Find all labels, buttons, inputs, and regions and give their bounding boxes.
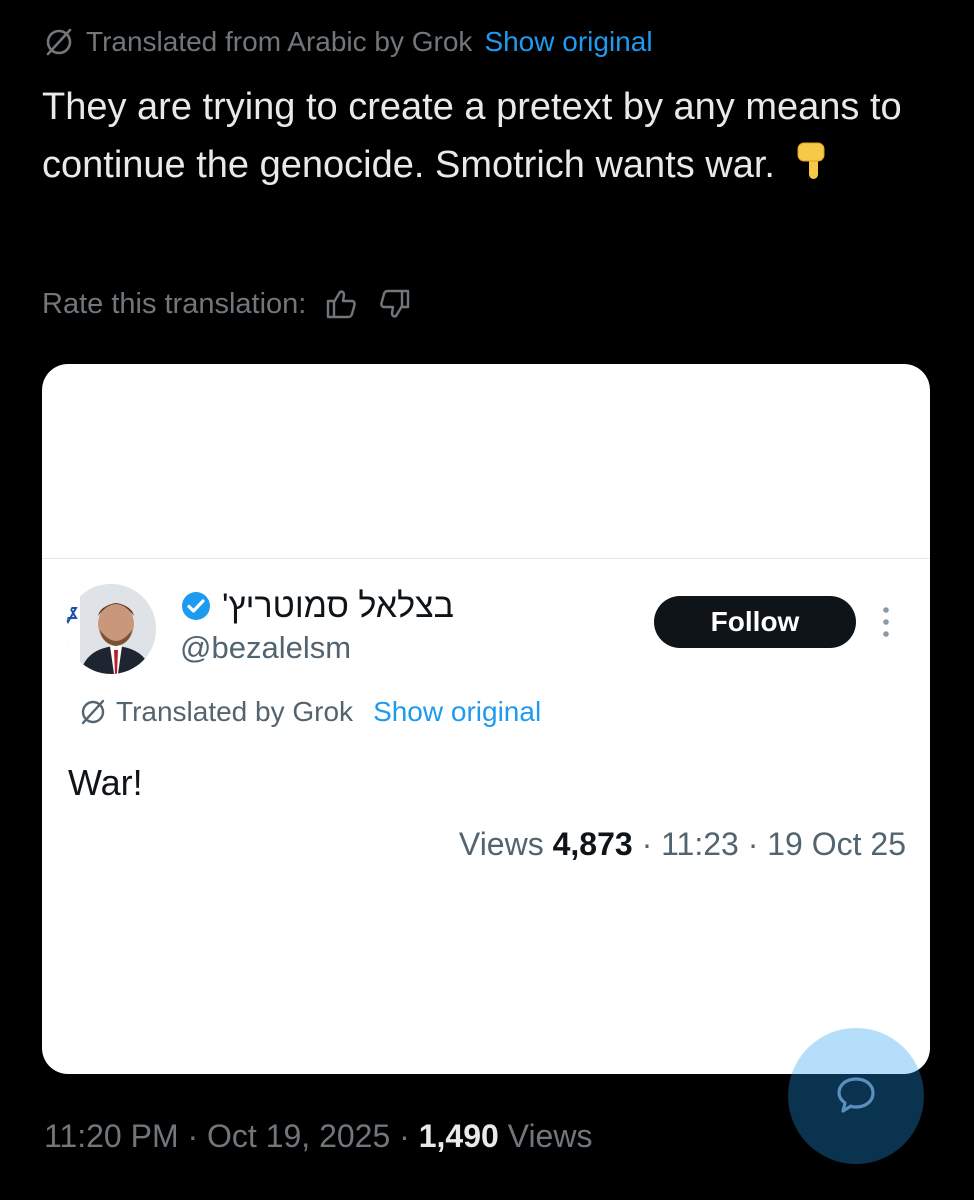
- quoted-post-text: War!: [68, 762, 143, 803]
- post-text-body: They are trying to create a pretext by a…: [42, 86, 902, 186]
- quoted-views-label: Views: [458, 826, 544, 862]
- post-time[interactable]: 11:20 PM: [44, 1118, 179, 1154]
- post-views-count: 1,490: [418, 1118, 499, 1154]
- post-meta: 11:20 PM · Oct 19, 2025 · 1,490 Views: [44, 1118, 592, 1155]
- chat-bubble-icon: [837, 1077, 875, 1113]
- translation-notice-text: Translated from Arabic by Grok: [86, 26, 473, 57]
- verified-badge-icon: [182, 592, 210, 620]
- quoted-post-meta: Views 4,873 · 11:23 · 19 Oct 25: [459, 826, 906, 863]
- grok-icon: [81, 699, 105, 725]
- post-text: They are trying to create a pretext by a…: [42, 78, 922, 200]
- quoted-post-card[interactable]: בצלאל סמוטריץ' @bezalelsm Follow Transla…: [42, 364, 930, 1074]
- grok-icon: [46, 28, 72, 56]
- thumbs-up-icon[interactable]: [324, 287, 358, 321]
- quoted-time[interactable]: 11:23: [661, 826, 739, 862]
- translation-notice: Translated from Arabic by Grok Show orig…: [44, 24, 653, 60]
- follow-button[interactable]: Follow: [654, 596, 856, 648]
- show-original-link[interactable]: Show original: [484, 26, 652, 58]
- author-handle[interactable]: @bezalelsm: [180, 630, 351, 666]
- separator: ·: [399, 1118, 410, 1154]
- separator: ·: [747, 826, 759, 862]
- quoted-show-original-link[interactable]: Show original: [373, 696, 541, 728]
- separator: ·: [641, 826, 653, 862]
- post-date[interactable]: Oct 19, 2025: [207, 1118, 390, 1154]
- quoted-views-count: 4,873: [552, 826, 633, 862]
- more-vertical-icon[interactable]: [876, 602, 896, 642]
- author-name-row[interactable]: בצלאל סמוטריץ': [180, 584, 454, 628]
- separator: ·: [187, 1118, 199, 1154]
- author-display-name[interactable]: בצלאל סמוטריץ': [222, 587, 454, 626]
- quoted-translation-notice: Translated by Grok Show original: [78, 692, 541, 732]
- avatar[interactable]: [66, 584, 156, 674]
- post-views-label: Views: [507, 1118, 593, 1154]
- pointing-down-emoji: [792, 139, 832, 200]
- thumbs-down-icon[interactable]: [378, 287, 412, 321]
- rate-translation-row: Rate this translation:: [42, 284, 412, 324]
- quoted-translation-text: Translated by Grok: [116, 696, 354, 727]
- divider: [42, 558, 930, 559]
- quoted-date[interactable]: 19 Oct 25: [767, 826, 906, 862]
- chat-floating-button[interactable]: [788, 1028, 924, 1164]
- rate-translation-label: Rate this translation:: [42, 287, 307, 320]
